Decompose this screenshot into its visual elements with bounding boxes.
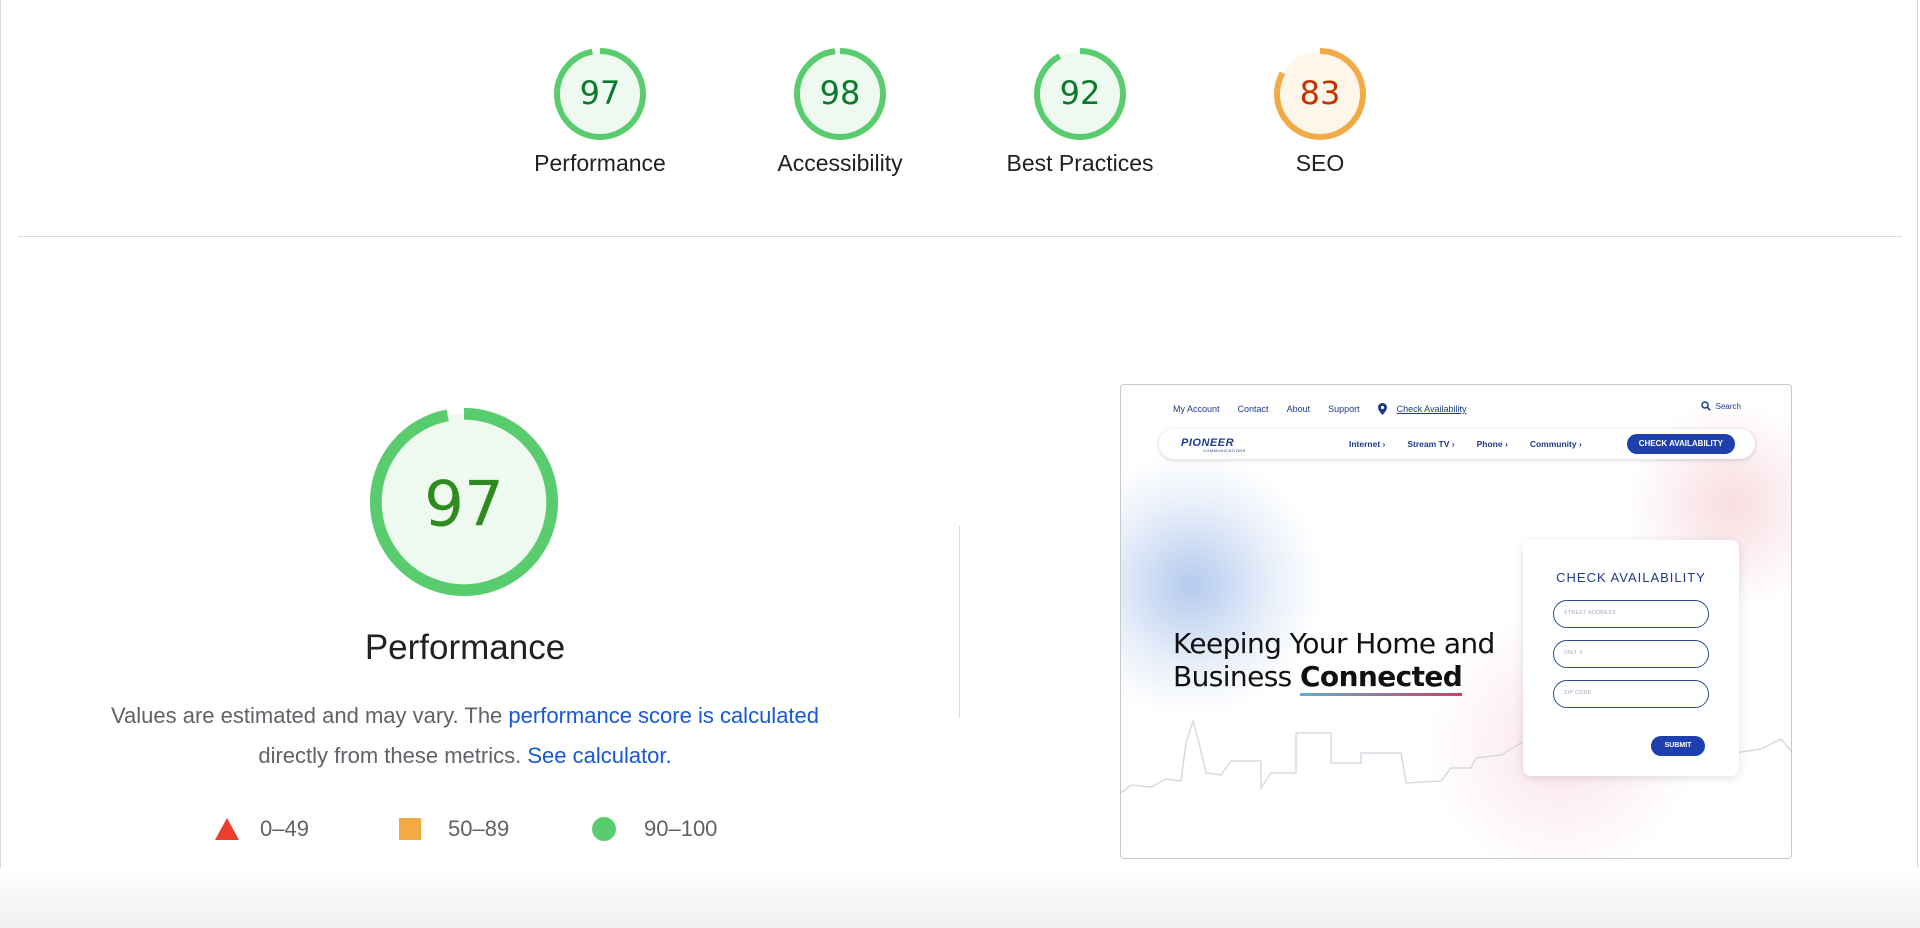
score-gauge-icon: 92: [1034, 48, 1126, 140]
search-label: Search: [1715, 401, 1741, 411]
nav-link: Internet ›: [1349, 439, 1386, 449]
legend-range: 90–100: [644, 816, 718, 841]
topnav-link: My Account: [1173, 404, 1220, 414]
legend-range: 50–89: [448, 816, 510, 841]
vertical-divider: [959, 526, 960, 718]
gauge-seo[interactable]: 83 SEO: [1220, 44, 1420, 177]
site-top-nav: My Account Contact About Support Check A…: [1173, 403, 1467, 415]
site-nav-links: Internet › Stream TV › Phone › Community…: [1349, 439, 1582, 449]
score-gauge-icon: 83: [1274, 48, 1366, 140]
unit-field: UNIT #: [1553, 640, 1709, 668]
legend-item-fail: 0–49: [214, 812, 309, 846]
submit-button: SUBMIT: [1651, 736, 1705, 756]
search-icon: [1700, 401, 1711, 411]
triangle-icon: [215, 818, 239, 840]
card-title: CHECK AVAILABILITY: [1556, 570, 1706, 585]
street-address-field: STREET ADDRESS: [1553, 600, 1709, 628]
final-screenshot[interactable]: My Account Contact About Support Check A…: [1120, 384, 1792, 859]
hero-heading: Keeping Your Home and Business Connected: [1173, 627, 1495, 696]
score-gauge-icon: 97: [554, 48, 646, 140]
circle-icon: [592, 817, 616, 841]
bottom-shade: [0, 868, 1920, 928]
nav-cta-button: CHECK AVAILABILITY: [1626, 434, 1735, 454]
gauge-score: 83: [1300, 74, 1341, 112]
zip-code-field: ZIP CODE: [1553, 680, 1709, 708]
legend-range: 0–49: [260, 816, 309, 841]
performance-score: 97: [424, 468, 504, 541]
performance-description: Values are estimated and may vary. The p…: [40, 696, 890, 776]
topnav-link: Contact: [1237, 404, 1269, 414]
gauge-accessibility[interactable]: 98 Accessibility: [740, 44, 940, 177]
category-gauges: 97 Performance 98 Accessibility 92 Best …: [0, 44, 1920, 204]
nav-link: Community ›: [1529, 439, 1582, 449]
nav-link: Stream TV ›: [1407, 439, 1455, 449]
site-search: Search: [1700, 401, 1741, 411]
see-calculator-link[interactable]: See calculator.: [527, 743, 671, 768]
hero-bold: Connected: [1299, 660, 1463, 696]
desc-text: directly from these metrics.: [258, 743, 522, 768]
legend-item-pass: 90–100: [592, 812, 717, 846]
topnav-link: About: [1286, 404, 1311, 414]
gauge-label: Accessibility: [777, 150, 903, 176]
score-gauge-icon: 98: [794, 48, 886, 140]
availability-card: CHECK AVAILABILITY STREET ADDRESS UNIT #…: [1523, 540, 1739, 776]
gauge-score: 98: [820, 74, 861, 112]
topnav-check-availability: Check Availability: [1396, 404, 1467, 414]
site-nav-bar: PIONEER COMMUNICATIONS Internet › Stream…: [1159, 429, 1755, 459]
gauge-performance[interactable]: 97 Performance: [500, 44, 700, 177]
nav-link: Phone ›: [1476, 439, 1508, 449]
performance-gauge-icon: 97: [369, 407, 559, 597]
logo-subtext: COMMUNICATIONS: [1203, 448, 1246, 453]
hero-line: Business: [1173, 660, 1292, 693]
topnav-link: Support: [1328, 404, 1360, 414]
gauge-score: 92: [1060, 74, 1101, 112]
gauge-label: Best Practices: [1006, 150, 1154, 176]
gauge-score: 97: [580, 74, 621, 112]
section-divider: [18, 236, 1902, 237]
gauge-best-practices[interactable]: 92 Best Practices: [980, 44, 1180, 177]
map-pin-icon: [1377, 403, 1387, 415]
score-calculated-link[interactable]: performance score is calculated: [508, 703, 819, 728]
gauge-label: SEO: [1295, 150, 1345, 176]
gauge-label: Performance: [534, 150, 666, 176]
performance-title: Performance: [364, 628, 566, 667]
desc-text: Values are estimated and may vary. The: [110, 703, 503, 728]
legend-item-average: 50–89: [398, 812, 509, 846]
hero-line: Keeping Your Home and: [1173, 627, 1495, 660]
square-icon: [399, 818, 421, 840]
